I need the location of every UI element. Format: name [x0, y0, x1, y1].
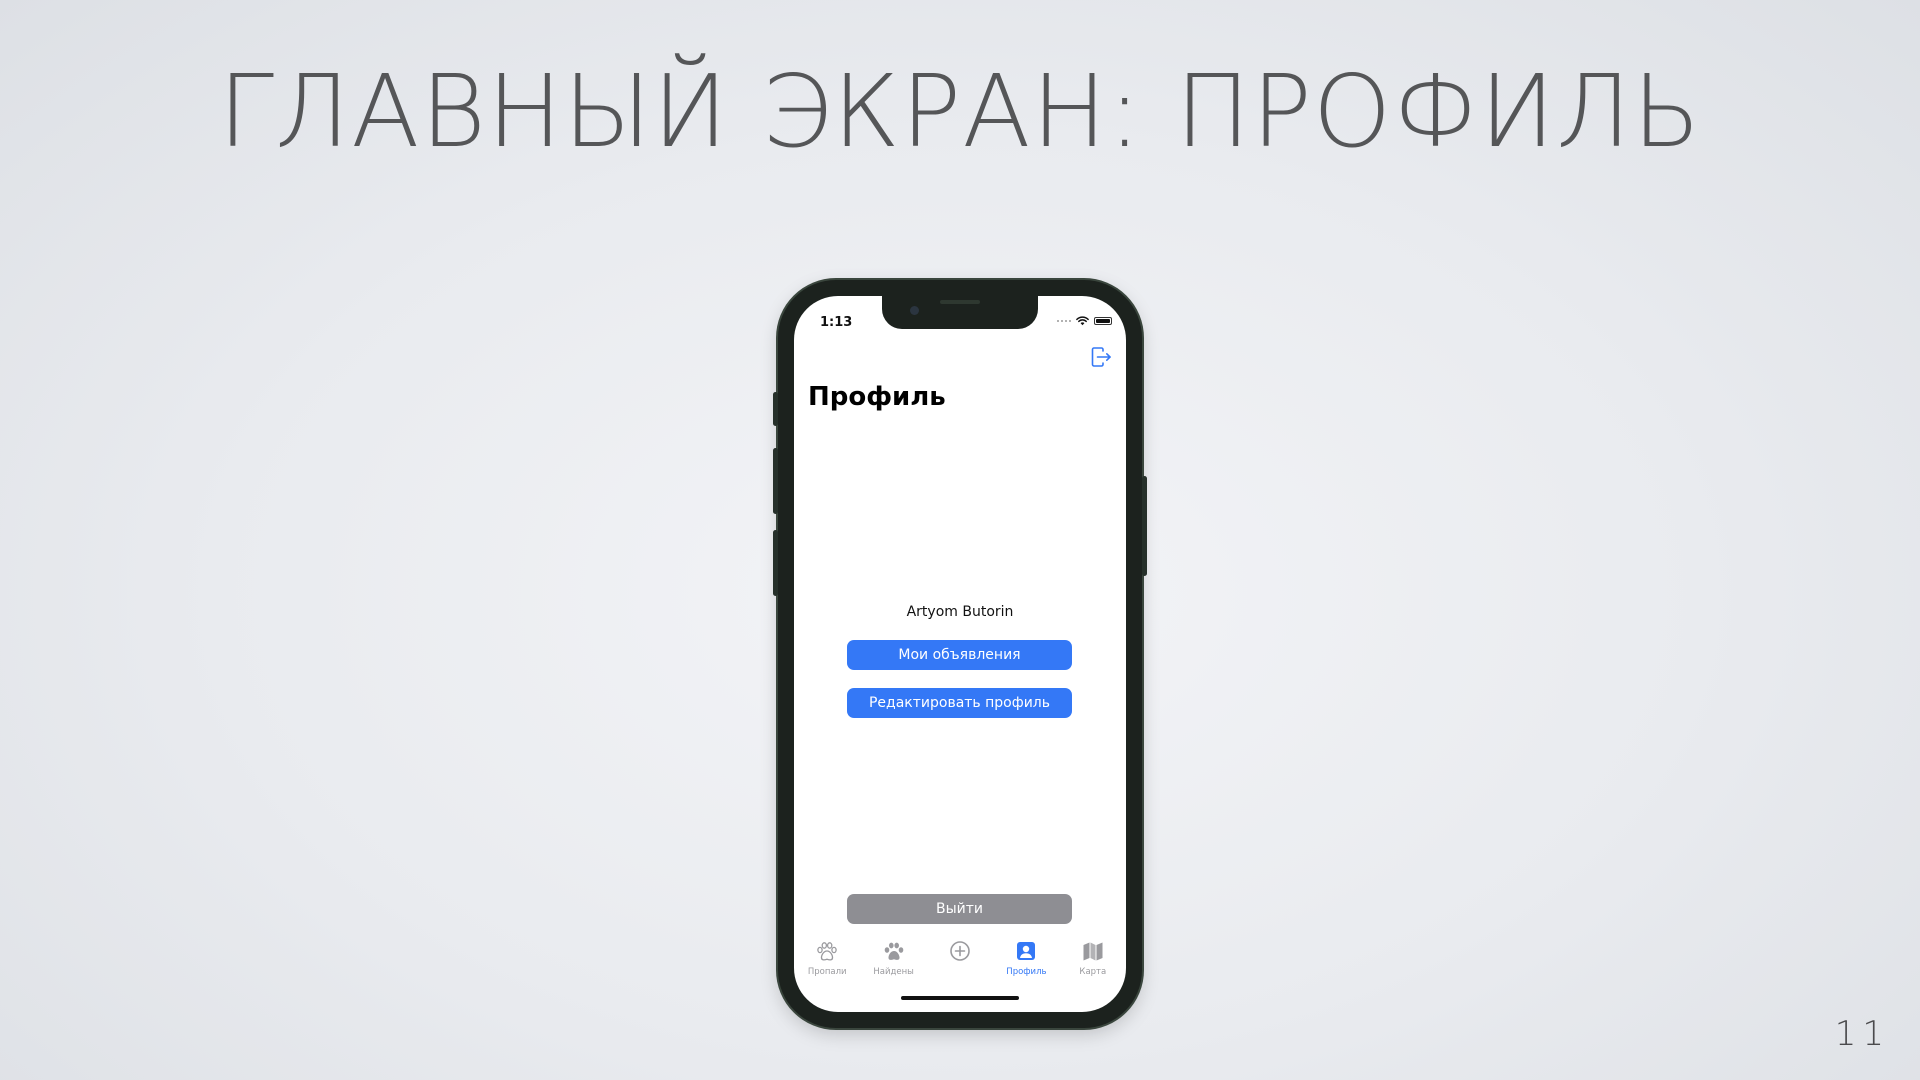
tab-label: Найдены [873, 967, 914, 977]
tab-profile[interactable]: Профиль [993, 940, 1059, 986]
paw-outline-icon [817, 942, 837, 961]
volume-down-button [773, 530, 778, 596]
tab-label: Профиль [1006, 967, 1047, 977]
earpiece-speaker [940, 300, 980, 304]
tab-add[interactable] [927, 940, 993, 986]
wifi-icon [1076, 316, 1089, 326]
tab-found[interactable]: Найдены [860, 940, 926, 986]
slide-title: ГЛАВНЫЙ ЭКРАН: ПРОФИЛЬ [218, 53, 1702, 170]
front-camera [910, 306, 919, 315]
edit-profile-button[interactable]: Редактировать профиль [847, 688, 1072, 718]
tab-label: Пропали [807, 967, 847, 977]
battery-icon [1094, 317, 1112, 325]
silent-switch [773, 392, 778, 426]
tab-label: Карта [1079, 967, 1107, 977]
slide-number: 11 [1834, 1014, 1890, 1054]
status-icons [1057, 316, 1112, 326]
logout-button[interactable]: Выйти [847, 894, 1072, 924]
tab-map[interactable]: Карта [1060, 940, 1126, 986]
map-icon [1083, 942, 1103, 961]
home-indicator [901, 996, 1019, 1000]
phone-screen: 1:13 Профиль Artyom Butorin Мои объявлен… [794, 296, 1126, 1012]
status-time: 1:13 [820, 315, 853, 330]
volume-up-button [773, 448, 778, 514]
logout-icon[interactable] [1090, 346, 1112, 368]
page-title: Профиль [808, 382, 946, 412]
tab-lost[interactable]: Пропали [794, 940, 860, 986]
signal-dots-icon [1057, 320, 1071, 322]
user-name: Artyom Butorin [906, 604, 1014, 620]
paw-filled-icon [884, 942, 903, 960]
my-ads-button[interactable]: Мои объявления [847, 640, 1072, 670]
power-button [1142, 476, 1147, 576]
notch [882, 296, 1038, 329]
phone-frame: 1:13 Профиль Artyom Butorin Мои объявлен… [773, 280, 1147, 1028]
tab-bar: Пропали Найдены Профиль Карта [794, 940, 1126, 986]
add-circle-icon [950, 941, 970, 961]
person-square-icon [1017, 942, 1036, 960]
